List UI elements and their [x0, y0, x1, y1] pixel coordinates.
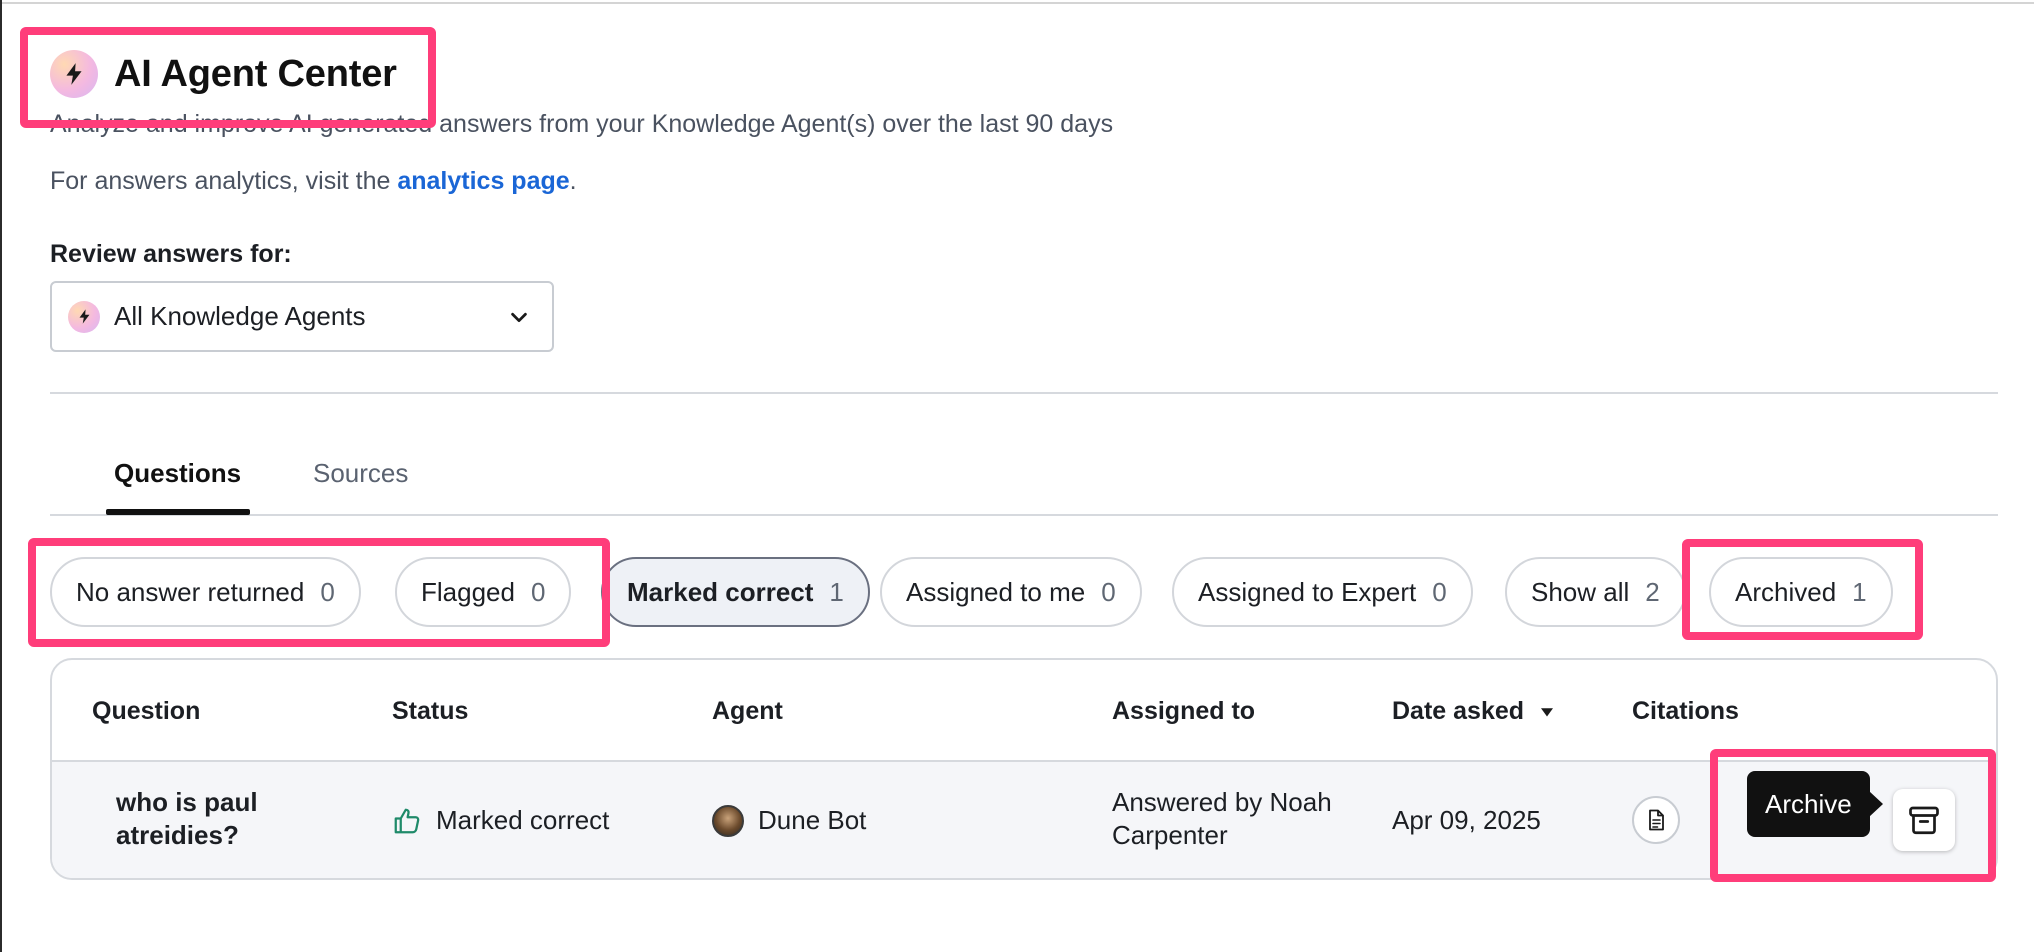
filter-count: 2	[1645, 576, 1660, 607]
table-header: Question Status Agent Assigned to Date a…	[52, 660, 1996, 762]
filter-label: Assigned to me	[906, 576, 1086, 607]
column-label: Assigned to	[1112, 697, 1256, 725]
knowledge-agent-select[interactable]: All Knowledge Agents	[50, 281, 554, 352]
tab-questions[interactable]: Questions	[114, 458, 241, 489]
column-citations[interactable]: Citations	[1632, 697, 1739, 726]
tab-bar: Questions Sources	[50, 440, 1998, 516]
analytics-prefix: For answers analytics, visit the	[50, 167, 398, 195]
filter-count: 1	[1852, 576, 1867, 607]
agent-avatar	[712, 804, 744, 837]
archive-button[interactable]	[1893, 789, 1955, 851]
table-row[interactable]: who is paul atreidies? Marked correct Du…	[52, 762, 1996, 878]
assigned-to-line: Carpenter	[1112, 820, 1228, 850]
agent-cell: Dune Bot	[712, 804, 866, 837]
thumbs-up-icon	[394, 808, 420, 833]
filter-assigned-to-expert[interactable]: Assigned to Expert 0	[1172, 557, 1473, 627]
filter-label: Marked correct	[627, 576, 814, 607]
knowledge-agent-select-value: All Knowledge Agents	[114, 301, 366, 331]
filter-count: 0	[1432, 576, 1447, 607]
caret-down-icon	[1541, 707, 1554, 716]
filter-flagged[interactable]: Flagged 0	[395, 557, 572, 627]
filter-label: No answer returned	[76, 576, 305, 607]
review-answers-label: Review answers for:	[50, 240, 292, 268]
filter-show-all[interactable]: Show all 2	[1505, 557, 1686, 627]
filter-count: 0	[530, 576, 546, 607]
analytics-suffix: .	[569, 167, 577, 195]
question-text-line: who is paul	[116, 787, 258, 817]
section-divider	[50, 392, 1998, 394]
filter-label: Flagged	[421, 576, 515, 607]
column-label: Status	[392, 697, 469, 725]
citations-cell	[1632, 796, 1680, 844]
questions-table: Question Status Agent Assigned to Date a…	[50, 658, 1998, 880]
status-text: Marked correct	[436, 805, 610, 835]
chevron-down-icon	[508, 306, 530, 328]
column-assigned-to[interactable]: Assigned to	[1112, 697, 1255, 726]
date-asked-cell: Apr 09, 2025	[1392, 805, 1541, 835]
archive-tooltip: Archive	[1747, 771, 1883, 837]
tab-sources[interactable]: Sources	[313, 458, 408, 489]
filter-label: Show all	[1531, 576, 1630, 607]
citation-button[interactable]	[1632, 796, 1680, 844]
column-label: Date asked	[1392, 697, 1525, 725]
assigned-to-cell: Answered by Noah Carpenter	[1112, 786, 1332, 852]
assigned-to-line: Answered by Noah	[1112, 787, 1332, 817]
lightning-bolt-icon	[68, 300, 100, 333]
question-text-line: atreidies?	[116, 820, 239, 850]
lightning-bolt-icon	[50, 50, 98, 98]
filter-label: Assigned to Expert	[1198, 576, 1417, 607]
column-label: Question	[92, 697, 201, 725]
analytics-page-link[interactable]: analytics page	[397, 167, 569, 195]
status-cell: Marked correct	[392, 804, 609, 837]
top-divider	[2, 2, 2034, 4]
column-agent[interactable]: Agent	[712, 697, 783, 726]
analytics-note: For answers analytics, visit the analyti…	[50, 167, 577, 196]
archive-box-icon	[1909, 806, 1939, 835]
filter-count: 0	[320, 576, 335, 607]
filter-count: 1	[829, 576, 844, 607]
page-title: AI Agent Center	[114, 52, 397, 95]
column-date-asked[interactable]: Date asked	[1392, 697, 1556, 726]
agent-name: Dune Bot	[758, 805, 867, 835]
active-tab-indicator	[106, 509, 250, 515]
question-cell[interactable]: who is paul atreidies?	[116, 786, 258, 852]
filter-marked-correct[interactable]: Marked correct 1	[601, 557, 870, 627]
filter-archived[interactable]: Archived 1	[1709, 557, 1893, 627]
document-icon	[1649, 809, 1664, 831]
column-label: Citations	[1632, 697, 1739, 725]
page-subtitle: Analyze and improve AI generated answers…	[50, 110, 1114, 138]
filter-no-answer-returned[interactable]: No answer returned 0	[50, 557, 361, 627]
filter-label: Archived	[1735, 576, 1837, 607]
page-header: AI Agent Center	[50, 50, 397, 98]
filter-count: 0	[1101, 576, 1116, 607]
column-question[interactable]: Question	[92, 697, 200, 726]
column-label: Agent	[712, 697, 783, 725]
column-status[interactable]: Status	[392, 697, 468, 726]
filter-assigned-to-me[interactable]: Assigned to me 0	[880, 557, 1142, 627]
